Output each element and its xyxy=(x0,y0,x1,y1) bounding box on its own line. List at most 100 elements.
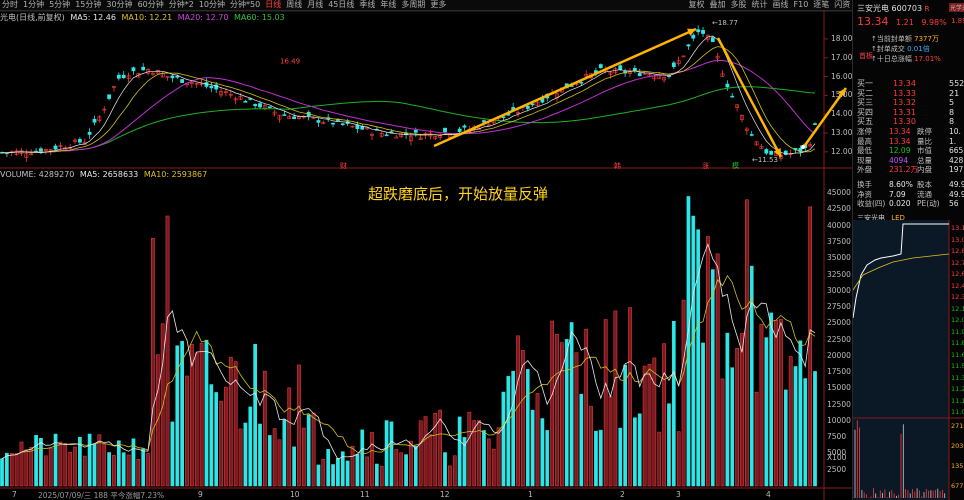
volume-bar xyxy=(277,439,282,487)
volume-bar xyxy=(491,448,496,487)
volume-bar xyxy=(793,366,798,487)
volume-bar xyxy=(297,364,301,487)
volume-bar xyxy=(511,370,516,487)
volume-bar xyxy=(603,319,608,487)
volume-bar xyxy=(560,342,564,487)
volume-bar xyxy=(87,433,92,487)
volume-bar xyxy=(9,453,14,487)
price-tick-label: 17.00 xyxy=(831,52,853,62)
mini-price-tick: 12.4 xyxy=(951,281,964,290)
volume-bar xyxy=(486,438,491,487)
volume-bar xyxy=(501,391,506,487)
volume-tick-label: 17500 xyxy=(827,367,851,377)
volume-bar xyxy=(730,367,735,487)
volume-bar xyxy=(598,429,603,487)
volume-bar xyxy=(779,319,783,487)
order-book-row[interactable]: 买一 13.34 552 xyxy=(853,79,964,89)
candle-body xyxy=(180,79,185,83)
volume-bar xyxy=(744,199,749,487)
volume-bar xyxy=(423,416,428,487)
volume-tick-label: 42500 xyxy=(827,204,851,214)
volume-bar xyxy=(525,369,530,487)
volume-bar xyxy=(194,352,199,487)
mini-price-tick: 11.2 xyxy=(951,385,964,393)
candle-body xyxy=(316,120,321,123)
sector-tag[interactable]: 光学光电 xyxy=(949,3,964,12)
volume-bar xyxy=(375,463,379,487)
volume-bar xyxy=(735,348,739,487)
volume-bar xyxy=(331,464,335,487)
limit-info-row: ↑十日总涨幅 17.01% xyxy=(871,55,941,63)
volume-bar xyxy=(165,215,170,487)
candle-body xyxy=(292,116,296,120)
volume-bar xyxy=(642,365,647,487)
volume-bar xyxy=(209,384,214,487)
stat-row: 收益(四) 0.020 PE(动) 56 xyxy=(857,199,959,209)
mini-price-tick: 11.1 xyxy=(951,396,964,405)
volume-bar xyxy=(43,455,48,487)
volume-bar xyxy=(628,307,632,487)
volume-tick-label: 22500 xyxy=(827,334,851,344)
volume-bar xyxy=(185,375,189,487)
limit-info: ↑当前封单额 7377万 ↑封单成交 0.01倍 ↑十日总涨幅 17.01% xyxy=(871,34,941,64)
volume-tick-label: X100 xyxy=(827,453,847,462)
stock-badge: R xyxy=(924,5,930,13)
volume-bar xyxy=(228,356,233,487)
stat-row: 外盘231.2万内盘197.7 xyxy=(857,165,964,175)
mini-price-tick: 12.1 xyxy=(951,304,964,313)
candle-body xyxy=(769,150,774,155)
candle-body xyxy=(384,134,389,137)
candle-body xyxy=(701,30,705,34)
volume-bar xyxy=(452,455,457,487)
stat-row: 现量4094总量428.9 xyxy=(857,155,964,165)
stock-name: 三安光电 600703 xyxy=(857,4,923,13)
candle-body xyxy=(131,67,136,72)
candle-body xyxy=(691,34,696,39)
volume-bar xyxy=(224,386,228,487)
order-book-row[interactable]: 买四 13.31 8 xyxy=(853,108,964,118)
volume-bar xyxy=(443,452,447,487)
volume-bar xyxy=(725,332,730,487)
volume-bar xyxy=(14,453,19,487)
volume-bar xyxy=(136,459,141,487)
volume-bar xyxy=(326,449,331,487)
candle-body xyxy=(331,122,335,125)
volume-bar xyxy=(267,435,272,487)
order-book-row[interactable]: 买三 13.32 5 xyxy=(853,98,964,108)
mini-price-tick: 11.6 xyxy=(951,350,964,359)
volume-bar xyxy=(73,446,77,487)
date-tick-label: 10 xyxy=(290,490,300,499)
volume-bar xyxy=(774,320,778,487)
rebound-dot xyxy=(801,145,805,149)
volume-bar xyxy=(686,196,691,487)
kline-chart[interactable]: 16.49 ←18.77 ←11.53 财 韩 涨 模 xyxy=(0,0,852,500)
mini-price-tick: 13.1 xyxy=(951,224,964,232)
candle-body xyxy=(253,104,258,107)
candle-body xyxy=(141,66,146,71)
candle-body xyxy=(618,65,623,71)
volume-bar xyxy=(788,356,793,487)
volume-bar xyxy=(564,339,569,487)
price-tick-label: 18.00 xyxy=(831,33,853,43)
ma60-line xyxy=(1,86,816,154)
date-tick-label: 3 xyxy=(676,490,681,499)
stock-header: 三安光电 600703 R xyxy=(857,3,930,14)
low-label: ←11.53 xyxy=(752,156,778,164)
intraday-mini-chart[interactable] xyxy=(853,220,964,500)
volume-bar xyxy=(720,378,725,487)
volume-bar xyxy=(355,453,360,487)
candle-body xyxy=(730,95,735,98)
volume-bar xyxy=(199,343,204,487)
candle-body xyxy=(92,118,97,123)
volume-bar xyxy=(253,343,257,487)
cursor-date-label: 2025/07/09/三 188 平今涨幅7.23% xyxy=(38,491,165,500)
event-marker: 韩 xyxy=(614,161,621,170)
quote-stats: 涨停13.34跌停10.最高13.34量比1.最低12.09市值665.5现量4… xyxy=(853,127,964,175)
date-tick-label: 11 xyxy=(360,490,370,499)
candle-body xyxy=(175,75,180,78)
order-book-row[interactable]: 买二 13.33 21 xyxy=(853,89,964,99)
volume-bar xyxy=(633,417,637,487)
volume-bar xyxy=(769,312,774,487)
order-book-row[interactable]: 买五 13.30 8 xyxy=(853,117,964,127)
uptrend-arrow xyxy=(433,27,697,148)
